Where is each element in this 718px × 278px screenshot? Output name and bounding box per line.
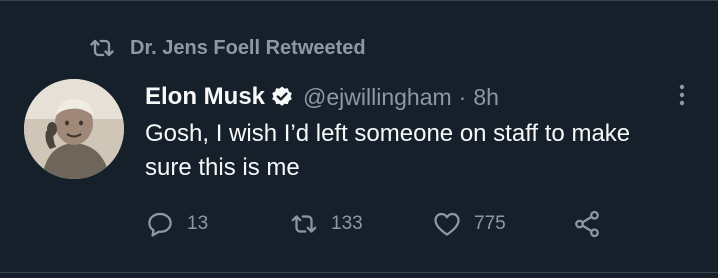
like-count: 775	[474, 213, 506, 234]
separator-dot: ·	[458, 83, 467, 110]
retweet-icon	[291, 215, 317, 233]
author-handle[interactable]: @ejwillingham	[303, 84, 452, 111]
tweet-header: Elon Musk @ejwillingham · 8h	[145, 80, 499, 114]
share-icon	[575, 210, 599, 238]
retweet-count: 133	[331, 213, 363, 234]
reply-button[interactable]: 13	[145, 209, 289, 239]
more-options-button[interactable]	[664, 80, 700, 110]
retweet-icon	[90, 39, 114, 57]
tweet-timestamp[interactable]: 8h	[473, 84, 499, 111]
bottom-divider	[0, 272, 718, 273]
avatar[interactable]	[24, 79, 124, 179]
retweet-banner: Dr. Jens Foell Retweeted	[88, 34, 366, 62]
more-vertical-icon	[679, 84, 685, 106]
heart-icon	[434, 212, 460, 236]
reply-icon	[148, 212, 172, 237]
verified-badge-icon[interactable]	[270, 85, 294, 109]
like-button[interactable]: 775	[432, 209, 572, 239]
top-divider	[0, 0, 718, 1]
retweet-banner-text[interactable]: Dr. Jens Foell Retweeted	[130, 37, 366, 60]
avatar-photo	[24, 79, 124, 179]
tweet-actions: 13 133 775	[145, 206, 602, 242]
reply-count: 13	[187, 213, 209, 234]
author-name[interactable]: Elon Musk	[145, 83, 265, 111]
tweet-text: Gosh, I wish I’d left someone on staff t…	[145, 120, 631, 181]
share-button[interactable]	[572, 209, 602, 239]
retweet-button[interactable]: 133	[289, 209, 432, 239]
